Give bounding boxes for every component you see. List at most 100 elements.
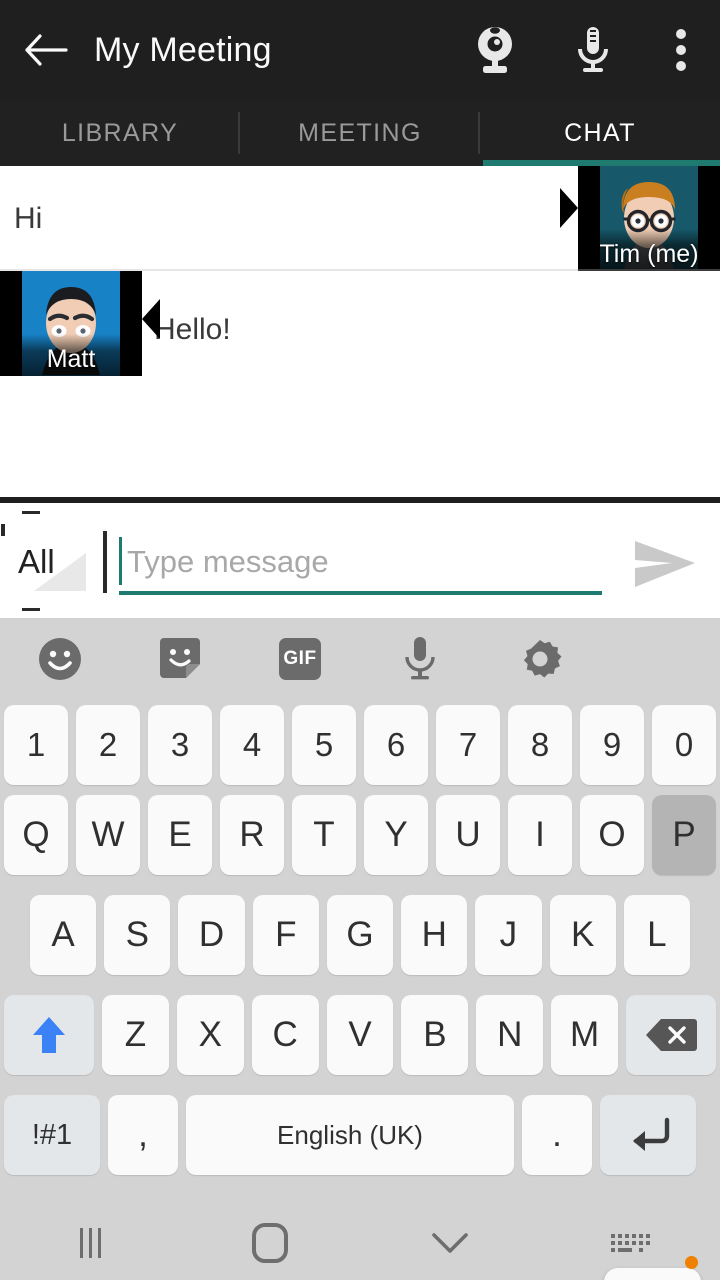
composer-divider — [103, 531, 107, 593]
keyboard-number-row: 1 2 3 4 5 6 7 8 9 0 — [0, 700, 720, 790]
keyboard-function-row: !#1 , English (UK) . — [0, 1090, 720, 1180]
keyboard-bottom-row: Z X C V B N M — [0, 990, 720, 1080]
comma-key[interactable]: , — [108, 1095, 178, 1175]
send-icon — [635, 541, 695, 587]
key-3[interactable]: 3 — [148, 705, 212, 785]
key-2[interactable]: 2 — [76, 705, 140, 785]
key-4[interactable]: 4 — [220, 705, 284, 785]
key-a[interactable]: A — [30, 895, 97, 975]
back-button[interactable] — [0, 0, 92, 100]
key-y[interactable]: Y — [364, 795, 428, 875]
key-d[interactable]: D — [178, 895, 245, 975]
key-f[interactable]: F — [252, 895, 319, 975]
key-9[interactable]: 9 — [580, 705, 644, 785]
key-8[interactable]: 8 — [508, 705, 572, 785]
key-k[interactable]: K — [549, 895, 616, 975]
recipient-spinner[interactable]: All — [0, 503, 100, 618]
keyboard-switch-icon — [610, 1234, 650, 1252]
backspace-key[interactable] — [626, 995, 717, 1075]
microphone-button[interactable] — [544, 0, 642, 100]
gif-icon: GIF — [279, 638, 321, 680]
key-m[interactable]: M — [551, 995, 619, 1075]
keyboard-top-row: Q W E R T Y U I O P — [0, 790, 720, 880]
key-7[interactable]: 7 — [436, 705, 500, 785]
key-5[interactable]: 5 — [292, 705, 356, 785]
recents-button[interactable] — [0, 1206, 180, 1280]
on-screen-keyboard[interactable]: GIF 1 2 3 4 5 6 7 8 9 0 Q W E R T Y U I … — [0, 618, 720, 1280]
key-i[interactable]: I — [508, 795, 572, 875]
keyboard-settings-icon — [523, 640, 562, 678]
bubble-pointer-icon — [560, 188, 578, 228]
chat-message-row[interactable]: Matt Hello! — [0, 269, 720, 376]
key-j[interactable]: J — [475, 895, 542, 975]
keyboard-toolbar-spacer — [600, 618, 720, 700]
webcam-button[interactable] — [446, 0, 544, 100]
key-r[interactable]: R — [220, 795, 284, 875]
key-b[interactable]: B — [401, 995, 469, 1075]
recipient-spinner-label: All — [18, 543, 55, 580]
key-l[interactable]: L — [623, 895, 690, 975]
chat-message-list[interactable]: Hi Tim (me) Matt Hello! — [0, 166, 720, 497]
input-underline — [119, 591, 602, 595]
key-h[interactable]: H — [401, 895, 468, 975]
key-x[interactable]: X — [176, 995, 244, 1075]
keyboard-home-row: A S D F G H J K L — [0, 890, 720, 980]
key-p[interactable]: P — [652, 795, 716, 875]
home-button[interactable] — [180, 1206, 360, 1280]
spinner-edge-icon — [1, 524, 5, 536]
key-q[interactable]: Q — [4, 795, 68, 875]
shift-key[interactable] — [4, 995, 94, 1075]
sticker-button[interactable] — [120, 618, 240, 700]
overflow-menu-button[interactable] — [642, 0, 720, 100]
avatar-name-label: Matt — [46, 345, 96, 373]
sticker-icon — [160, 638, 200, 678]
message-text: Hello! — [154, 313, 231, 346]
row-padding — [0, 890, 26, 980]
message-composer: All — [0, 503, 720, 618]
backspace-icon — [646, 1019, 698, 1051]
send-button[interactable] — [620, 533, 710, 595]
tab-meeting[interactable]: MEETING — [240, 100, 480, 166]
key-e[interactable]: E — [148, 795, 212, 875]
home-icon — [252, 1223, 288, 1263]
row-padding — [694, 890, 720, 980]
hide-keyboard-button[interactable] — [360, 1206, 540, 1280]
back-arrow-icon — [25, 34, 68, 66]
key-6[interactable]: 6 — [364, 705, 428, 785]
key-t[interactable]: T — [292, 795, 356, 875]
key-n[interactable]: N — [476, 995, 544, 1075]
tab-bar: LIBRARY MEETING CHAT — [0, 100, 720, 166]
avatar[interactable]: Matt — [0, 271, 142, 376]
key-1[interactable]: 1 — [4, 705, 68, 785]
key-c[interactable]: C — [251, 995, 319, 1075]
key-z[interactable]: Z — [102, 995, 169, 1075]
notification-dot-icon — [685, 1256, 698, 1269]
voice-input-button[interactable] — [360, 618, 480, 700]
shift-arrow-icon — [33, 1017, 65, 1053]
tab-library[interactable]: LIBRARY — [0, 100, 240, 166]
keyboard-toolbar: GIF — [0, 618, 720, 700]
emoji-button[interactable] — [0, 618, 120, 700]
key-s[interactable]: S — [104, 895, 171, 975]
key-0[interactable]: 0 — [652, 705, 716, 785]
keyboard-settings-button[interactable] — [480, 618, 600, 700]
symbols-key[interactable]: !#1 — [4, 1095, 100, 1175]
key-o[interactable]: O — [580, 795, 644, 875]
key-u[interactable]: U — [436, 795, 500, 875]
microphone-icon — [578, 27, 608, 72]
key-g[interactable]: G — [326, 895, 394, 975]
key-v[interactable]: V — [326, 995, 394, 1075]
recents-icon — [79, 1228, 101, 1258]
key-w[interactable]: W — [76, 795, 140, 875]
space-key[interactable]: English (UK) — [186, 1095, 514, 1175]
app-bar-actions — [446, 0, 720, 100]
period-key[interactable]: . — [522, 1095, 592, 1175]
message-input[interactable] — [119, 533, 602, 591]
app-bar: My Meeting — [0, 0, 720, 100]
message-input-wrapper[interactable] — [119, 533, 602, 595]
chat-message-row[interactable]: Hi Tim (me) — [0, 166, 720, 271]
tab-chat[interactable]: CHAT — [480, 100, 720, 166]
enter-key[interactable] — [600, 1095, 696, 1175]
avatar[interactable]: Tim (me) — [578, 166, 720, 271]
gif-button[interactable]: GIF — [240, 618, 360, 700]
